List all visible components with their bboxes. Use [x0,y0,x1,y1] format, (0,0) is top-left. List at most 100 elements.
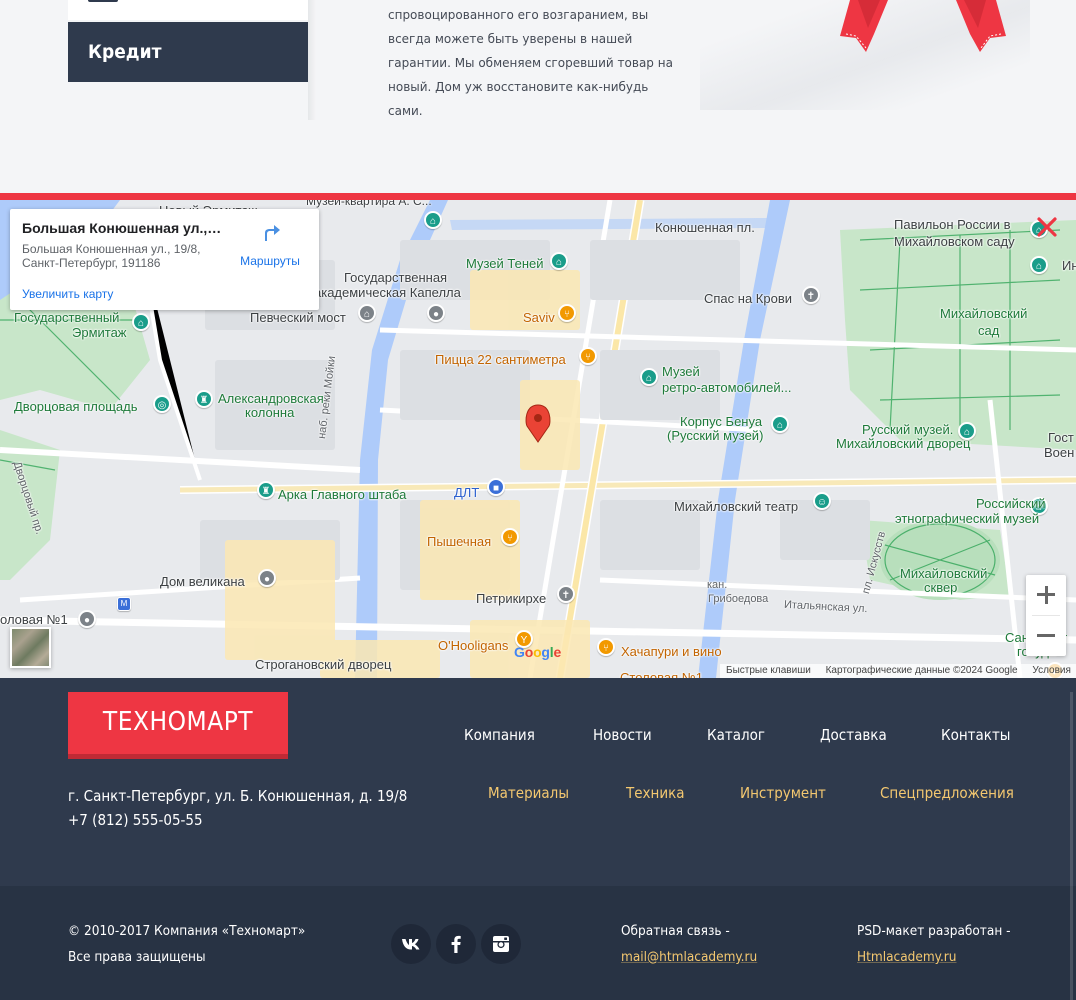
map-attribution: Быстрые клавиши Картографические данные … [720,664,1076,678]
map-label: (Русский музей) [667,428,764,443]
minus-icon [1037,634,1055,637]
footer-nav-appliances[interactable]: Техника [626,784,685,802]
htmlacademy-link[interactable]: Htmlacademy.ru [857,944,1011,970]
street-label: кан. [707,579,728,591]
map-label: Михайловский театр [674,499,799,514]
map-label: Столовая №1 [620,670,703,678]
map-label: Государственная [344,270,448,285]
footer-logo[interactable]: ТЕХНОМАРТ [68,692,288,754]
place-info-card: Большая Конюшенная ул., 1… Большая Конюш… [10,209,319,310]
footer-nav-company[interactable]: Компания [464,726,535,744]
directions-label: Маршруты [240,254,300,268]
footer-logo-shadow [68,754,288,759]
church-icon[interactable]: ✝ [557,585,575,603]
map-label: O'Hooligans [438,638,509,653]
footer-nav-contacts[interactable]: Контакты [941,726,1010,744]
copyright-text: © 2010-2017 Компания «Техномарт» [68,923,306,939]
street-label: Грибоедова [708,593,769,605]
place-pin-icon[interactable]: ● [258,569,276,587]
directions-button[interactable]: Маршруты [238,221,302,268]
map-label: Михайловский [900,566,988,581]
sidebar-item-credit[interactable]: Кредит [68,22,308,82]
restaurant-icon[interactable]: ⑂ [597,638,615,656]
plus-icon-bar [1044,586,1048,604]
monument-icon[interactable]: ♜ [195,390,213,408]
footer-nav-delivery[interactable]: Доставка [820,726,887,744]
map-label: Михайловском саду [894,234,1015,249]
map-label: Михайловский [940,306,1028,321]
map-label: колонна [245,405,295,420]
footer-contacts: г. Санкт-Петербург, ул. Б. Конюшенная, д… [68,784,407,832]
footer-nav-news[interactable]: Новости [593,726,652,744]
map-label: Петрикирхе [476,591,547,606]
museum-icon[interactable]: ⌂ [640,368,658,386]
landmark-icon[interactable]: ⌂ [358,304,376,322]
monument-icon[interactable]: ♜ [257,481,275,499]
footer-address: г. Санкт-Петербург, ул. Б. Конюшенная, д… [68,787,408,805]
map-label: ретро-автомобилей... [662,380,792,395]
rights-text: Все права защищены [68,949,206,965]
footer-copyright: © 2010-2017 Компания «Техномарт» Все пра… [68,918,305,970]
sidebar-item-previous[interactable] [68,0,308,20]
psd-caption: PSD-макет разработан - [857,923,1011,939]
museum-icon[interactable]: ⌂ [771,415,789,433]
footer-nav-tools[interactable]: Инструмент [740,784,826,802]
instagram-button[interactable] [481,924,521,964]
scrollbar[interactable] [1070,692,1073,1000]
zoom-out-button[interactable] [1026,616,1066,656]
map-label: Воен [1044,445,1075,460]
map-label: сквер [924,580,958,595]
map-data-attribution: Картографические данные ©2024 Google [825,665,1018,676]
map-label: Хачапури и вино [621,644,722,659]
theater-icon[interactable]: ☺ [813,492,831,510]
vk-icon [402,939,420,950]
footer-feedback: Обратная связь - mail@htmlacademy.ru [621,918,757,970]
footer-nav-materials[interactable]: Материалы [488,784,569,802]
vk-button[interactable] [391,924,431,964]
restaurant-icon[interactable]: ⑂ [501,528,519,546]
services-section: Кредит спровоцированного его возгаранием… [0,0,1076,193]
metro-icon[interactable]: M [117,597,131,611]
map-label: академическая Капелла [314,285,461,300]
map-label: Государственный [14,310,120,325]
museum-icon[interactable]: ⌂ [132,313,150,331]
footer-phone[interactable]: +7 (812) 555-05-55 [68,811,203,829]
view-larger-map-link[interactable]: Увеличить карту [22,287,113,301]
promo-text: спровоцированного его возгаранием, вы вс… [388,8,673,118]
google-map[interactable]: ⌂ ⌂ ⌂ ⌂ ⌂ ⌂ ● ⑂ ✝ ⌂ ⑂ ⌂ ♜ ◎ ⌂ ⌂ ♜ ■ ☺ ⌂ … [0,200,1076,678]
satellite-view-toggle[interactable] [10,627,51,668]
place-pin-icon[interactable]: ● [427,304,445,322]
place-title: Большая Конюшенная ул., 1… [22,220,222,236]
map-label: Строгановский дворец [255,657,392,672]
keyboard-shortcuts-link[interactable]: Быстрые клавиши [726,665,811,676]
zoom-in-button[interactable] [1026,575,1066,615]
terms-link[interactable]: Условия [1032,665,1071,676]
map-label: Павильон России в [894,217,1011,232]
place-pin-icon[interactable]: ● [78,610,96,628]
facebook-button[interactable] [436,924,476,964]
restaurant-icon[interactable]: ⑂ [579,347,597,365]
camera-icon[interactable]: ◎ [153,395,171,413]
google-logo: Google [514,644,562,660]
map-label: Певческий мост [250,310,346,325]
shopping-icon[interactable]: ■ [487,478,505,496]
map-label: этнографический музей [895,511,1040,526]
museum-icon[interactable]: ⌂ [550,252,568,270]
footer-nav-catalog[interactable]: Каталог [707,726,765,744]
map-label: Корпус Бенуа [680,414,763,429]
close-icon[interactable] [1036,216,1058,238]
museum-icon[interactable]: ⌂ [424,211,442,229]
map-label: Дворцовая площадь [14,399,138,414]
feedback-email-link[interactable]: mail@htmlacademy.ru [621,944,757,970]
footer-nav-special-offers[interactable]: Спецпредложения [880,784,1014,802]
map-label: Спас на Крови [704,291,792,306]
restaurant-icon[interactable]: ⑂ [558,304,576,322]
map-label: Эрмитаж [72,325,127,340]
map-label: оловая №1 [0,612,68,627]
directions-icon [265,225,280,241]
church-icon[interactable]: ✝ [802,286,820,304]
museum-icon[interactable]: ⌂ [1030,256,1048,274]
map-label: Saviv [523,310,555,325]
map-label: Михайловский дворец [836,436,971,451]
place-address: Большая Конюшенная ул., 19/8, Санкт-Пете… [22,242,227,270]
